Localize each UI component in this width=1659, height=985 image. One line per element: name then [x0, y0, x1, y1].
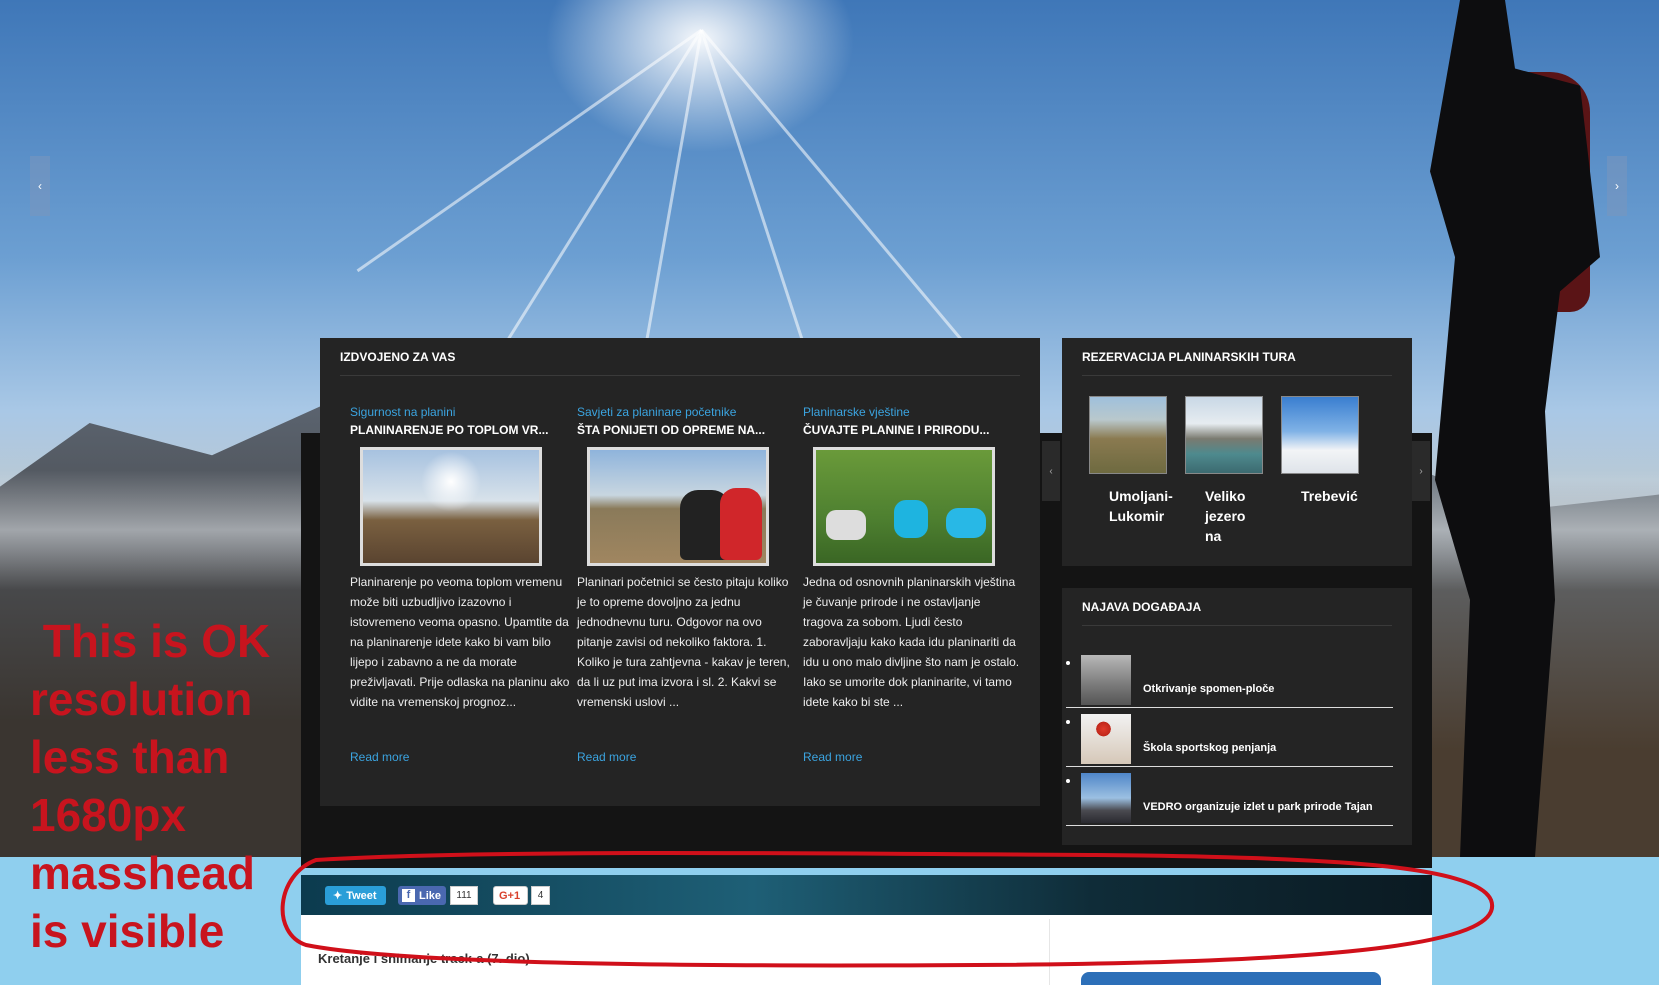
tour-name[interactable]: Veliko jezero na [1205, 486, 1265, 546]
event-title-link[interactable]: Škola sportskog penjanja [1143, 742, 1276, 754]
tour-name[interactable]: Trebević [1301, 486, 1381, 506]
event-thumbnail[interactable] [1081, 714, 1131, 764]
chevron-left-icon: ‹ [38, 179, 42, 193]
tours-prev-button[interactable]: ‹ [1042, 441, 1060, 501]
article-excerpt: Planinarenje po veoma toplom vremenu mož… [350, 575, 570, 709]
article-title-link[interactable]: PLANINARENJE PO TOPLOM VR... [350, 423, 570, 437]
article-title-link[interactable]: ČUVAJTE PLANINE I PRIRODU... [803, 423, 1023, 437]
tour-thumbnail[interactable] [1185, 396, 1263, 474]
article-category-link[interactable]: Savjeti za planinare početnike [577, 405, 797, 419]
event-thumbnail[interactable] [1081, 655, 1131, 705]
tour-thumbnail[interactable] [1089, 396, 1167, 474]
article-category-link[interactable]: Sigurnost na planini [350, 405, 570, 419]
annotation-text: This is OK resolution less than 1680px m… [30, 615, 271, 957]
chevron-left-icon: ‹ [1049, 465, 1053, 477]
read-more-link[interactable]: Read more [577, 750, 636, 764]
article-title-link[interactable]: ŠTA PONIJETI OD OPREME NA... [577, 423, 797, 437]
slider-next-button[interactable]: › [1607, 156, 1627, 216]
featured-panel-title: IZDVOJENO ZA VAS [340, 350, 456, 364]
events-panel-title: NAJAVA DOGAĐAJA [1082, 600, 1202, 614]
featured-article-3: Planinarske vještine ČUVAJTE PLANINE I P… [803, 405, 1023, 764]
article-excerpt: Jedna od osnovnih planinarskih vještina … [803, 575, 1020, 709]
article-category-link[interactable]: Planinarske vještine [803, 405, 1023, 419]
article-image[interactable] [360, 447, 542, 566]
article-excerpt: Planinari početnici se često pitaju koli… [577, 575, 790, 709]
tour-name[interactable]: Umoljani-Lukomir [1109, 486, 1189, 526]
slider-prev-button[interactable]: ‹ [30, 156, 50, 216]
event-thumbnail[interactable] [1081, 773, 1131, 823]
featured-article-1: Sigurnost na planini PLANINARENJE PO TOP… [350, 405, 570, 764]
tour-thumbnail[interactable] [1281, 396, 1359, 474]
event-title-link[interactable]: Otkrivanje spomen-ploče [1143, 683, 1274, 695]
event-item[interactable]: Otkrivanje spomen-ploče [1066, 655, 1393, 708]
chevron-right-icon: › [1419, 465, 1423, 477]
article-image[interactable] [587, 447, 769, 566]
read-more-link[interactable]: Read more [803, 750, 862, 764]
annotation-ellipse [280, 850, 1495, 968]
event-title-link[interactable]: VEDRO organizuje izlet u park prirode Ta… [1143, 801, 1373, 813]
event-item[interactable]: VEDRO organizuje izlet u park prirode Ta… [1066, 773, 1393, 826]
tours-panel-title: REZERVACIJA PLANINARSKIH TURA [1082, 350, 1296, 364]
event-item[interactable]: Škola sportskog penjanja [1066, 714, 1393, 767]
chevron-right-icon: › [1615, 179, 1619, 193]
read-more-link[interactable]: Read more [350, 750, 409, 764]
article-image[interactable] [813, 447, 995, 566]
tours-next-button[interactable]: › [1412, 441, 1430, 501]
featured-article-2: Savjeti za planinare početnike ŠTA PONIJ… [577, 405, 797, 764]
